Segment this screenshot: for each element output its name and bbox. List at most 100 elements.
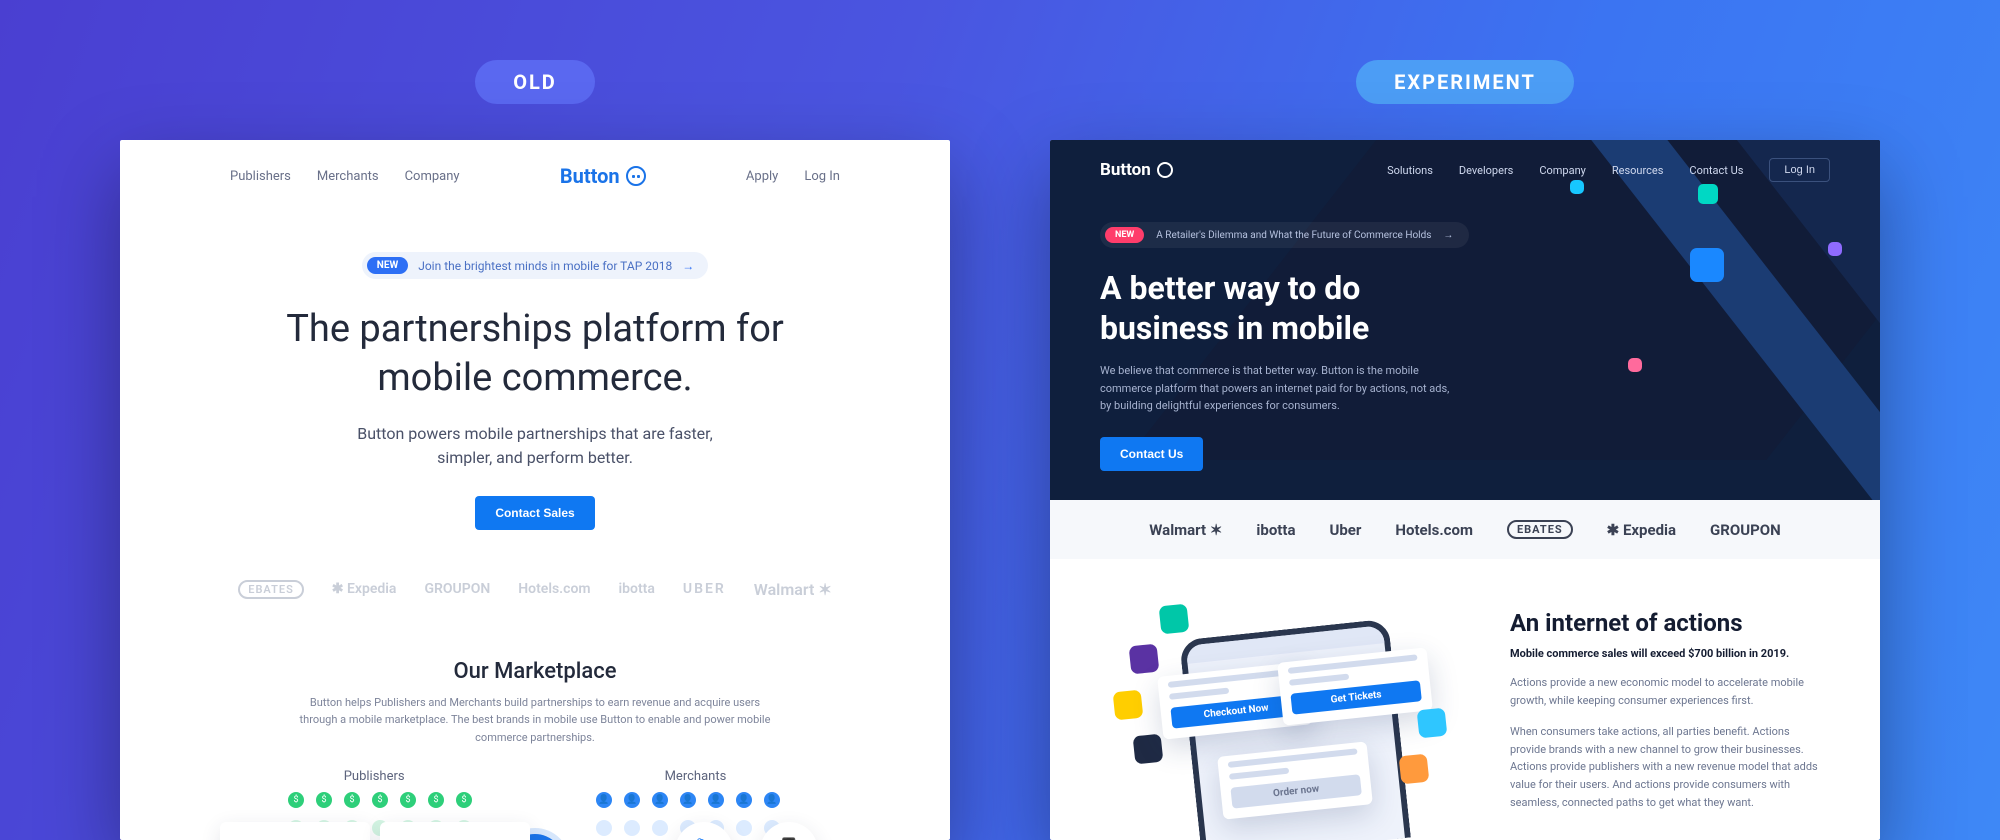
logo-uber: Uber bbox=[1329, 521, 1361, 539]
dot-icon: $ bbox=[344, 792, 360, 808]
new-badge: NEW bbox=[1105, 227, 1144, 243]
publishers-label: Publishers bbox=[344, 769, 405, 784]
nav-company[interactable]: Company bbox=[405, 169, 460, 184]
nav-contact[interactable]: Contact Us bbox=[1689, 164, 1743, 177]
nav-developers[interactable]: Developers bbox=[1459, 164, 1513, 177]
tickets-button: Get Tickets bbox=[1290, 680, 1421, 714]
app-badge-icon bbox=[1417, 708, 1448, 739]
exp-hero-subtext: We believe that commerce is that better … bbox=[1100, 362, 1460, 415]
logo-text: Button bbox=[560, 164, 620, 188]
contact-us-button[interactable]: Contact Us bbox=[1100, 437, 1203, 471]
experiment-column: EXPERIMENT Button bbox=[1050, 60, 1880, 840]
hero-cube-icon bbox=[1828, 242, 1842, 256]
nav-apply[interactable]: Apply bbox=[746, 169, 778, 184]
announcement-text: A Retailer's Dilemma and What the Future… bbox=[1156, 230, 1431, 241]
experiment-site: Button Solutions Developers Company Reso… bbox=[1050, 140, 1880, 840]
hero-subtext: Button powers mobile partnerships that a… bbox=[240, 422, 830, 470]
logo-icon bbox=[1157, 162, 1173, 178]
login-button[interactable]: Log In bbox=[1769, 158, 1830, 182]
nav-publishers[interactable]: Publishers bbox=[230, 169, 291, 184]
exp-actions-section: Checkout Now Get Tickets Order now bbox=[1050, 559, 1880, 840]
exp-copy: An internet of actions Mobile commerce s… bbox=[1510, 609, 1820, 840]
dot-icon bbox=[596, 820, 612, 836]
section-bold: Mobile commerce sales will exceed $700 b… bbox=[1510, 647, 1820, 660]
dot-icon bbox=[484, 792, 500, 808]
logo-hotels: Hotels.com bbox=[1395, 521, 1473, 539]
exp-logo[interactable]: Button bbox=[1100, 160, 1173, 180]
dot-icon: 👤 bbox=[596, 792, 612, 808]
dot-icon bbox=[540, 820, 556, 836]
logo-hotels: Hotels.com bbox=[518, 581, 590, 597]
logo-groupon: GROUPON bbox=[1710, 521, 1781, 539]
contact-sales-button[interactable]: Contact Sales bbox=[475, 496, 594, 530]
old-site: Publishers Merchants Company Button Appl… bbox=[120, 140, 950, 840]
logo-expedia: ✱ Expedia bbox=[332, 581, 397, 597]
card-loyalty[interactable]: ▦ Loyalty & Rewards Offering users offer… bbox=[220, 822, 370, 840]
old-partner-logos: EBATES ✱ Expedia GROUPON Hotels.com ibot… bbox=[120, 580, 950, 599]
app-badge-icon bbox=[1399, 754, 1430, 785]
section-p2: When consumers take actions, all parties… bbox=[1510, 723, 1820, 811]
hero-cube-icon bbox=[1570, 180, 1584, 194]
exp-partner-logos: Walmart ✶ ibotta Uber Hotels.com EBATES … bbox=[1050, 500, 1880, 559]
dot-icon: 👤 bbox=[708, 792, 724, 808]
logo-ibotta: ibotta bbox=[619, 581, 655, 597]
dot-icon bbox=[540, 792, 556, 808]
announcement-text: Join the brightest minds in mobile for T… bbox=[418, 259, 672, 273]
old-hero: The partnerships platform for mobile com… bbox=[120, 305, 950, 530]
phone-illustration: Checkout Now Get Tickets Order now bbox=[1090, 609, 1470, 840]
app-badge-icon bbox=[1159, 604, 1190, 635]
old-nav: Publishers Merchants Company Button Appl… bbox=[120, 140, 950, 212]
section-title: An internet of actions bbox=[1510, 609, 1820, 637]
logo-icon bbox=[626, 166, 646, 186]
experiment-label-pill: EXPERIMENT bbox=[1356, 60, 1574, 104]
arrow-icon: → bbox=[1443, 230, 1453, 241]
dot-icon bbox=[652, 820, 668, 836]
nav-login[interactable]: Log In bbox=[804, 169, 840, 184]
merchants-label: Merchants bbox=[665, 769, 727, 784]
dot-icon bbox=[568, 792, 584, 808]
dot-icon: 👤 bbox=[764, 792, 780, 808]
app-badge-icon bbox=[1129, 644, 1160, 675]
gift-icon: ▦ bbox=[230, 836, 360, 840]
hero-cube-icon bbox=[1698, 184, 1718, 204]
old-marketplace: Our Marketplace Button helps Publishers … bbox=[120, 659, 950, 840]
hero-cube-icon bbox=[1690, 248, 1724, 282]
logo-expedia: ✱ Expedia bbox=[1607, 521, 1676, 539]
dot-icon bbox=[624, 820, 640, 836]
arrow-icon: → bbox=[682, 259, 694, 273]
logo-ibotta: ibotta bbox=[1256, 521, 1295, 539]
card-travel[interactable]: ✈ Travel Helping users book their flight… bbox=[380, 822, 530, 840]
logo-groupon: GROUPON bbox=[424, 581, 490, 597]
dot-icon: 👤 bbox=[680, 792, 696, 808]
plane-icon: ✈ bbox=[390, 836, 520, 840]
exp-hero: Button Solutions Developers Company Reso… bbox=[1050, 140, 1880, 500]
nav-merchants[interactable]: Merchants bbox=[317, 169, 379, 184]
dot-icon bbox=[736, 820, 752, 836]
old-logo[interactable]: Button bbox=[560, 164, 646, 188]
old-announcement[interactable]: NEW Join the brightest minds in mobile f… bbox=[362, 252, 708, 279]
nav-solutions[interactable]: Solutions bbox=[1387, 164, 1433, 177]
old-column: OLD Publishers Merchants Company Button … bbox=[120, 60, 950, 840]
order-button: Order now bbox=[1230, 774, 1361, 808]
dot-icon: $ bbox=[400, 792, 416, 808]
nav-resources[interactable]: Resources bbox=[1612, 164, 1664, 177]
dot-icon bbox=[512, 792, 528, 808]
dot-icon: $ bbox=[288, 792, 304, 808]
marketplace-desc: Button helps Publishers and Merchants bu… bbox=[295, 694, 775, 747]
section-p1: Actions provide a new economic model to … bbox=[1510, 674, 1820, 709]
exp-nav: Button Solutions Developers Company Reso… bbox=[1100, 158, 1830, 182]
logo-walmart: Walmart ✶ bbox=[754, 580, 832, 599]
exp-hero-heading: A better way to do business in mobile bbox=[1100, 268, 1460, 348]
app-badge-icon bbox=[1133, 734, 1164, 765]
dot-icon: 👤 bbox=[736, 792, 752, 808]
comparison-stage: OLD Publishers Merchants Company Button … bbox=[0, 0, 2000, 840]
dot-icon bbox=[568, 820, 584, 836]
logo-text: Button bbox=[1100, 160, 1151, 180]
hero-cube-icon bbox=[1628, 358, 1642, 372]
exp-announcement[interactable]: NEW A Retailer's Dilemma and What the Fu… bbox=[1100, 222, 1469, 248]
nav-company[interactable]: Company bbox=[1539, 164, 1586, 177]
dot-icon: $ bbox=[372, 792, 388, 808]
logo-uber: UBER bbox=[683, 581, 726, 597]
new-badge: NEW bbox=[367, 257, 408, 274]
dot-icon: 👤 bbox=[624, 792, 640, 808]
